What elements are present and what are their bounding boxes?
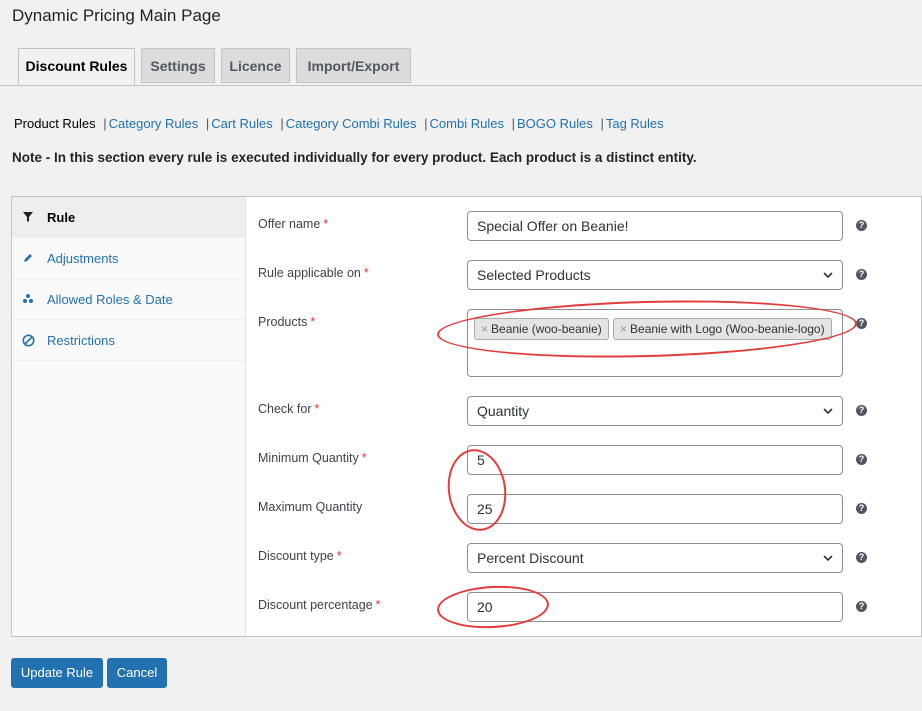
products-label: Products * [258, 315, 316, 329]
sidebar-item-rule[interactable]: Rule [12, 197, 245, 238]
check-for-label: Check for * [258, 402, 320, 416]
remove-chip-icon[interactable]: × [620, 322, 627, 336]
sidebar-item-adjustments[interactable]: Adjustments [12, 238, 245, 279]
product-chip[interactable]: × Beanie (woo-beanie) [474, 318, 609, 340]
rule-editor-panel: Rule Adjustments Allowed Roles & Date Re… [11, 196, 922, 637]
chevron-down-icon [823, 408, 833, 415]
offer-name-label: Offer name * [258, 217, 329, 231]
subnav-combi-rules[interactable]: Combi Rules [430, 116, 504, 131]
help-icon[interactable]: ? [856, 269, 867, 280]
users-icon [22, 279, 38, 320]
chevron-down-icon [823, 555, 833, 562]
subnav-cart-rules[interactable]: Cart Rules [211, 116, 272, 131]
rule-sidebar: Rule Adjustments Allowed Roles & Date Re… [12, 197, 246, 636]
tab-licence[interactable]: Licence [221, 48, 290, 83]
check-for-select[interactable]: Quantity [467, 396, 843, 426]
tab-bar: Discount Rules Settings Licence Import/E… [0, 47, 922, 86]
filter-icon [22, 197, 38, 238]
help-icon[interactable]: ? [856, 601, 867, 612]
rule-applicable-select[interactable]: Selected Products [467, 260, 843, 290]
discount-type-select[interactable]: Percent Discount [467, 543, 843, 573]
help-icon[interactable]: ? [856, 318, 867, 329]
subnav-category-combi-rules[interactable]: Category Combi Rules [286, 116, 417, 131]
sidebar-item-restrictions[interactable]: Restrictions [12, 320, 245, 361]
update-rule-button[interactable]: Update Rule [11, 658, 103, 688]
subnav-tag-rules[interactable]: Tag Rules [606, 116, 664, 131]
subnav-bogo-rules[interactable]: BOGO Rules [517, 116, 593, 131]
cancel-button[interactable]: Cancel [107, 658, 167, 688]
max-quantity-input[interactable]: 25 [467, 494, 843, 524]
pencil-icon [22, 238, 38, 279]
subnav-product-rules[interactable]: Product Rules [14, 116, 96, 131]
page-title: Dynamic Pricing Main Page [12, 6, 221, 25]
rule-applicable-label: Rule applicable on * [258, 266, 369, 280]
discount-percentage-label: Discount percentage * [258, 598, 381, 612]
tab-discount-rules[interactable]: Discount Rules [18, 48, 135, 85]
help-icon[interactable]: ? [856, 503, 867, 514]
rule-form: Offer name * Special Offer on Beanie! ? R… [245, 197, 921, 636]
tab-import-export[interactable]: Import/Export [296, 48, 411, 83]
discount-type-label: Discount type * [258, 549, 342, 563]
help-icon[interactable]: ? [856, 405, 867, 416]
product-chip[interactable]: × Beanie with Logo (Woo-beanie-logo) [613, 318, 832, 340]
help-icon[interactable]: ? [856, 220, 867, 231]
remove-chip-icon[interactable]: × [481, 322, 488, 336]
offer-name-input[interactable]: Special Offer on Beanie! [467, 211, 843, 241]
tab-settings[interactable]: Settings [141, 48, 215, 83]
min-quantity-label: Minimum Quantity * [258, 451, 367, 465]
rule-type-nav: Product Rules | Category Rules | Cart Rule… [14, 116, 664, 131]
chevron-down-icon [823, 272, 833, 279]
max-quantity-label: Maximum Quantity [258, 500, 363, 514]
sidebar-item-allowed-roles-date[interactable]: Allowed Roles & Date [12, 279, 245, 320]
help-icon[interactable]: ? [856, 552, 867, 563]
products-multiselect[interactable]: × Beanie (woo-beanie) × Beanie with Logo (… [467, 309, 843, 377]
subnav-category-rules[interactable]: Category Rules [109, 116, 199, 131]
discount-percentage-input[interactable]: 20 [467, 592, 843, 622]
section-note: Note - In this section every rule is exe… [12, 150, 697, 165]
min-quantity-input[interactable]: 5 [467, 445, 843, 475]
prohibited-icon [22, 320, 38, 361]
help-icon[interactable]: ? [856, 454, 867, 465]
